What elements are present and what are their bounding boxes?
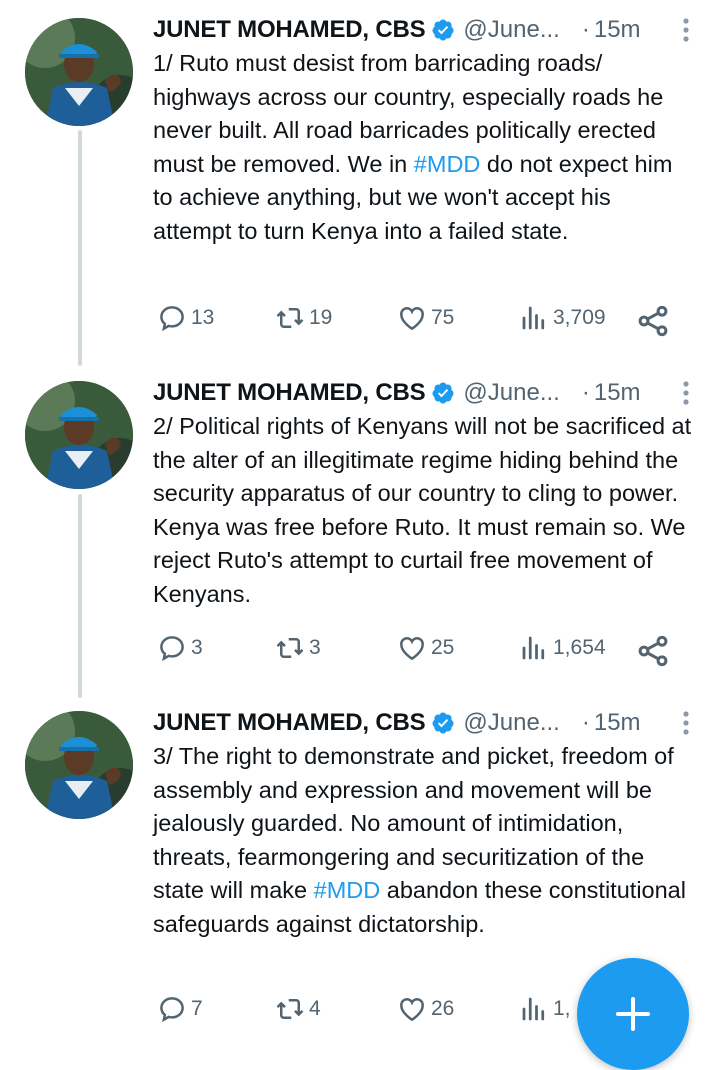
views-count: 1, xyxy=(553,997,571,1020)
tweet-header: JUNET MOHAMED, CBS @June... · 15m xyxy=(153,14,680,46)
hashtag-link[interactable]: #MDD xyxy=(314,877,381,903)
author-name[interactable]: JUNET MOHAMED, CBS xyxy=(153,709,426,737)
retweet-count: 4 xyxy=(309,997,321,1020)
reply-count: 3 xyxy=(191,636,203,659)
verified-badge-icon xyxy=(432,712,454,734)
like-icon xyxy=(400,307,424,331)
tweet-actions: 3 3 25 1,654 xyxy=(153,628,693,668)
separator-dot: · xyxy=(581,709,590,736)
views-count: 1,654 xyxy=(553,636,606,659)
reply-count: 7 xyxy=(191,997,203,1020)
like-button[interactable]: 75 xyxy=(397,298,454,338)
views-button[interactable]: 1,654 xyxy=(519,628,606,668)
tweet[interactable]: JUNET MOHAMED, CBS @June... · 15m 2/ Pol… xyxy=(0,363,720,693)
tweet-timestamp[interactable]: 15m xyxy=(594,16,641,44)
like-icon xyxy=(400,998,424,1022)
retweet-button[interactable]: 19 xyxy=(275,298,332,338)
tweet-text: 2/ Political rights of Kenyans will not … xyxy=(153,413,692,607)
reply-icon xyxy=(160,306,184,332)
reply-button[interactable]: 7 xyxy=(157,989,203,1029)
share-icon[interactable] xyxy=(635,633,671,669)
more-icon[interactable] xyxy=(680,16,692,44)
more-icon[interactable] xyxy=(680,379,692,407)
tweet-text: 1/ Ruto must desist from barricading roa… xyxy=(153,50,673,244)
tweet-text: 3/ The right to demonstrate and picket, … xyxy=(153,743,686,937)
author-handle[interactable]: @June... xyxy=(463,379,559,407)
author-handle[interactable]: @June... xyxy=(463,709,559,737)
avatar[interactable] xyxy=(25,18,133,126)
tweet-header: JUNET MOHAMED, CBS @June... · 15m xyxy=(153,707,680,739)
retweet-count: 3 xyxy=(309,636,321,659)
more-icon[interactable] xyxy=(680,709,692,737)
views-button[interactable]: 3,709 xyxy=(519,298,606,338)
retweet-button[interactable]: 4 xyxy=(275,989,321,1029)
retweet-icon xyxy=(276,308,304,328)
retweet-count: 19 xyxy=(309,306,333,329)
retweet-icon xyxy=(276,999,304,1019)
author-handle[interactable]: @June... xyxy=(463,16,559,44)
tweet[interactable]: JUNET MOHAMED, CBS @June... · 15m 1/ Rut… xyxy=(0,0,720,365)
views-count: 3,709 xyxy=(553,306,606,329)
hashtag-link[interactable]: #MDD xyxy=(414,151,481,177)
tweet-header: JUNET MOHAMED, CBS @June... · 15m xyxy=(153,377,680,409)
reply-icon xyxy=(160,636,184,662)
views-button[interactable]: 1, xyxy=(519,989,571,1029)
tweet-thread: JUNET MOHAMED, CBS @June... · 15m 1/ Rut… xyxy=(0,0,720,1049)
tweet-actions: 13 19 75 3,709 xyxy=(153,298,693,338)
retweet-icon xyxy=(276,638,304,658)
like-button[interactable]: 25 xyxy=(397,628,454,668)
views-icon xyxy=(522,306,545,330)
retweet-button[interactable]: 3 xyxy=(275,628,321,668)
like-icon xyxy=(400,637,424,661)
separator-dot: · xyxy=(581,379,590,406)
like-count: 75 xyxy=(431,306,455,329)
tweet-timestamp[interactable]: 15m xyxy=(594,709,641,737)
avatar[interactable] xyxy=(25,711,133,819)
like-button[interactable]: 26 xyxy=(397,989,454,1029)
reply-button[interactable]: 3 xyxy=(157,628,203,668)
like-count: 25 xyxy=(431,636,455,659)
reply-count: 13 xyxy=(191,306,215,329)
like-count: 26 xyxy=(431,997,455,1020)
reply-icon xyxy=(160,997,184,1023)
avatar[interactable] xyxy=(25,381,133,489)
author-name[interactable]: JUNET MOHAMED, CBS xyxy=(153,16,426,44)
compose-plus-icon xyxy=(616,997,650,1031)
tweet-timestamp[interactable]: 15m xyxy=(594,379,641,407)
separator-dot: · xyxy=(581,16,590,43)
verified-badge-icon xyxy=(432,19,454,41)
share-icon[interactable] xyxy=(635,303,671,339)
author-name[interactable]: JUNET MOHAMED, CBS xyxy=(153,379,426,407)
compose-tweet-button[interactable] xyxy=(577,958,689,1070)
verified-badge-icon xyxy=(432,382,454,404)
views-icon xyxy=(522,636,545,660)
views-icon xyxy=(522,997,545,1021)
reply-button[interactable]: 13 xyxy=(157,298,214,338)
